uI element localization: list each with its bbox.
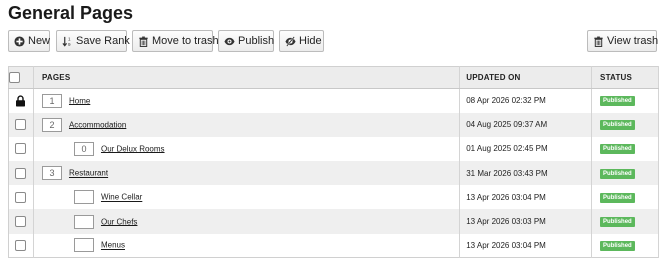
rank-input[interactable]: 1: [41, 93, 62, 108]
sort-numeric-icon: 19: [62, 35, 73, 47]
page-link[interactable]: Menus: [101, 241, 125, 250]
updated-date: 31 Mar 2026 03:43 PM: [466, 168, 548, 178]
row-select-cell: [8, 136, 34, 162]
status-badge[interactable]: Published: [600, 96, 635, 107]
updated-cell: 13 Apr 2026 03:03 PM: [459, 209, 593, 234]
updated-date: 08 Apr 2026 02:32 PM: [466, 96, 546, 106]
status-column-header[interactable]: STATUS: [591, 66, 659, 89]
page-title: General Pages: [8, 3, 134, 23]
updated-cell: 04 Aug 2025 09:37 AM: [459, 112, 593, 137]
table-row: Wine Cellar 13 Apr 2026 03:04 PM Published: [8, 185, 659, 210]
updated-date: 13 Apr 2026 03:04 PM: [466, 192, 546, 202]
pages-column-header[interactable]: PAGES: [33, 66, 461, 89]
row-checkbox[interactable]: [15, 167, 27, 179]
page-name-cell: 2 Accommodation: [33, 112, 461, 137]
updated-cell: 13 Apr 2026 03:04 PM: [459, 233, 593, 258]
svg-text:1: 1: [68, 36, 71, 41]
row-select-cell: [8, 88, 34, 113]
page-link[interactable]: Our Chefs: [101, 217, 137, 226]
status-cell: Published: [591, 233, 659, 258]
svg-text:9: 9: [68, 42, 71, 47]
page-link[interactable]: Home: [69, 96, 90, 105]
table-row: 2 Accommodation 04 Aug 2025 09:37 AM Publis…: [8, 112, 659, 137]
status-cell: Published: [591, 88, 659, 113]
new-button[interactable]: New: [8, 30, 50, 52]
row-checkbox[interactable]: [15, 143, 27, 155]
table-row: 1 Home 08 Apr 2026 02:32 PM Published: [8, 88, 659, 113]
status-badge[interactable]: Published: [600, 168, 635, 179]
general-pages-screen: General Pages New 19 Save Rank Move to t…: [0, 0, 670, 258]
rank-input[interactable]: [73, 214, 94, 229]
select-all-checkbox[interactable]: [9, 72, 20, 83]
status-badge[interactable]: Published: [600, 192, 635, 203]
updated-date: 01 Aug 2025 02:45 PM: [466, 144, 548, 154]
status-badge[interactable]: Published: [600, 217, 635, 228]
row-select-cell: [8, 185, 34, 210]
rank-input[interactable]: [73, 190, 94, 205]
plus-circle-icon: [14, 35, 25, 47]
updated-date: 13 Apr 2026 03:04 PM: [466, 240, 546, 250]
row-select-cell: [8, 161, 34, 186]
status-cell: Published: [591, 161, 659, 186]
page-link[interactable]: Accommodation: [69, 120, 126, 129]
row-checkbox[interactable]: [15, 216, 27, 228]
table-row: 3 Restaurant 31 Mar 2026 03:43 PM Published: [8, 161, 659, 186]
save-rank-button[interactable]: 19 Save Rank: [56, 30, 130, 52]
rank-input[interactable]: [73, 238, 94, 253]
updated-cell: 13 Apr 2026 03:04 PM: [459, 185, 593, 210]
updated-cell: 08 Apr 2026 02:32 PM: [459, 88, 593, 113]
page-name-cell: Our Chefs: [33, 209, 461, 234]
rank-input[interactable]: 2: [41, 117, 62, 132]
rank-input[interactable]: 0: [73, 141, 94, 156]
updated-date: 04 Aug 2025 09:37 AM: [466, 120, 548, 130]
row-select-cell: [8, 112, 34, 137]
save-rank-button-label: Save Rank: [76, 35, 130, 47]
eye-icon: [224, 35, 235, 47]
hide-button[interactable]: Hide: [279, 30, 324, 52]
row-select-cell: [8, 209, 34, 234]
lock-icon: [15, 95, 26, 107]
status-badge[interactable]: Published: [600, 240, 635, 251]
status-cell: Published: [591, 185, 659, 210]
rank-input[interactable]: 3: [41, 166, 62, 181]
page-link[interactable]: Wine Cellar: [101, 193, 142, 202]
move-to-trash-button-label: Move to trash: [152, 35, 219, 47]
status-cell: Published: [591, 112, 659, 137]
page-link[interactable]: Our Delux Rooms: [101, 144, 165, 153]
eye-slash-icon: [285, 35, 296, 47]
page-name-cell: 0 Our Delux Rooms: [33, 136, 461, 162]
trash-icon: [593, 35, 604, 47]
page-name-cell: Wine Cellar: [33, 185, 461, 210]
publish-button-label: Publish: [238, 35, 275, 47]
page-name-cell: 3 Restaurant: [33, 161, 461, 186]
updated-cell: 01 Aug 2025 02:45 PM: [459, 136, 593, 162]
updated-column-header[interactable]: UPDATED ON: [459, 66, 593, 89]
move-to-trash-button[interactable]: Move to trash: [132, 30, 219, 52]
row-select-cell: [8, 233, 34, 258]
pages-table: PAGES UPDATED ON STATUS 1 Home 08 Apr 2026…: [8, 66, 659, 258]
status-badge[interactable]: Published: [600, 144, 635, 155]
new-button-label: New: [28, 35, 51, 47]
status-badge[interactable]: Published: [600, 120, 635, 131]
table-row: Our Chefs 13 Apr 2026 03:03 PM Published: [8, 209, 659, 234]
status-cell: Published: [591, 136, 659, 162]
row-checkbox[interactable]: [15, 239, 27, 251]
updated-cell: 31 Mar 2026 03:43 PM: [459, 161, 593, 186]
trash-icon: [138, 35, 149, 47]
row-checkbox[interactable]: [15, 119, 27, 131]
view-trash-button-label: View trash: [607, 35, 659, 47]
page-name-cell: Menus: [33, 233, 461, 258]
status-cell: Published: [591, 209, 659, 234]
page-name-cell: 1 Home: [33, 88, 461, 113]
row-checkbox[interactable]: [15, 191, 27, 203]
view-trash-button[interactable]: View trash: [587, 30, 659, 52]
hide-button-label: Hide: [299, 35, 322, 47]
table-row: 0 Our Delux Rooms 01 Aug 2025 02:45 PM Publ…: [8, 136, 659, 162]
page-link[interactable]: Restaurant: [69, 169, 108, 178]
select-all-cell: [8, 66, 34, 89]
updated-date: 13 Apr 2026 03:03 PM: [466, 217, 546, 227]
table-row: Menus 13 Apr 2026 03:04 PM Published: [8, 233, 659, 258]
table-header-row: PAGES UPDATED ON STATUS: [8, 66, 659, 89]
publish-button[interactable]: Publish: [218, 30, 274, 52]
